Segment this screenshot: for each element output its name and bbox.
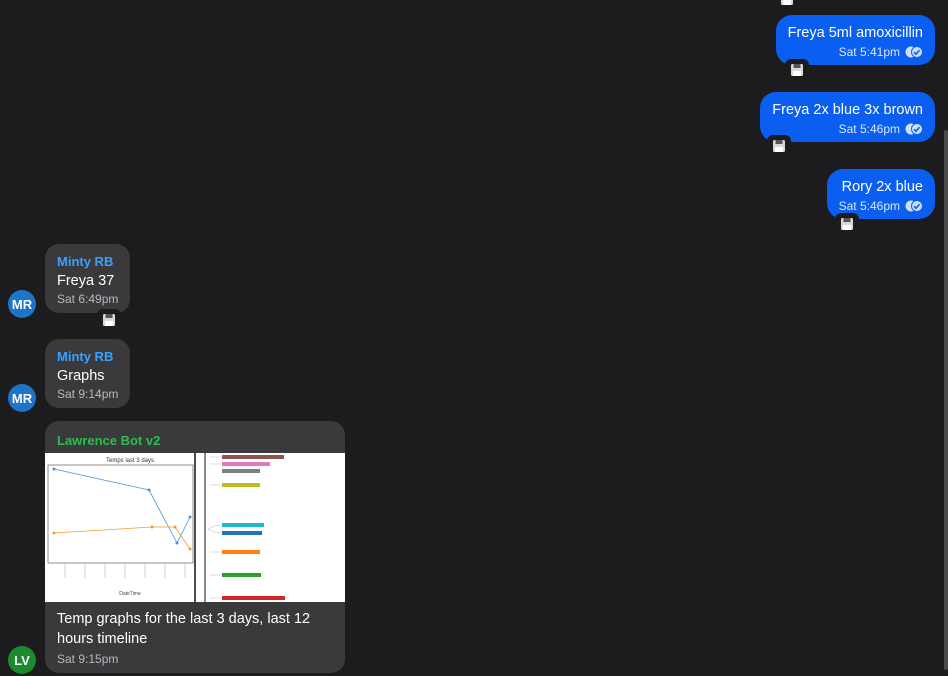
save-icon[interactable] bbox=[835, 213, 859, 235]
message-time: Sat 9:15pm bbox=[57, 652, 119, 666]
message-time: Sat 5:46pm bbox=[838, 122, 900, 136]
scrollbar[interactable] bbox=[944, 0, 948, 676]
message-text: Graphs bbox=[57, 368, 105, 384]
save-icon[interactable] bbox=[785, 59, 809, 81]
read-ticks-icon bbox=[905, 46, 923, 58]
incoming-message[interactable]: Lawrence Bot v2 Temps last 3 days DateTi… bbox=[45, 421, 345, 673]
sender-name: Lawrence Bot v2 bbox=[57, 433, 161, 448]
image-title: Temps last 3 days bbox=[106, 458, 154, 464]
save-icon[interactable] bbox=[767, 135, 791, 157]
message-time: Sat 5:41pm bbox=[838, 45, 900, 59]
graph-image[interactable]: Temps last 3 days DateTime bbox=[45, 453, 345, 602]
message-text: Freya 37 bbox=[57, 273, 115, 289]
outgoing-message[interactable]: Freya 5ml amoxicillin Sat 5:41pm bbox=[775, 15, 935, 65]
message-time: Sat 5:46pm bbox=[838, 199, 900, 213]
incoming-message[interactable]: Minty RB Freya 37 Sat 6:49pm bbox=[45, 244, 131, 313]
avatar[interactable]: LV bbox=[8, 646, 36, 674]
message-time: Sat 6:49pm bbox=[57, 292, 119, 306]
message-text: Temp graphs for the last 3 days, last 12… bbox=[57, 611, 311, 647]
save-icon[interactable] bbox=[97, 309, 121, 331]
incoming-message[interactable]: Minty RB Graphs Sat 9:14pm bbox=[45, 339, 131, 408]
message-text: Freya 2x blue 3x brown bbox=[772, 102, 923, 118]
image-xlabel: DateTime bbox=[119, 591, 141, 597]
scrollbar-thumb[interactable] bbox=[944, 130, 948, 670]
avatar[interactable]: MR bbox=[8, 384, 36, 412]
message-time: Sat 9:14pm bbox=[57, 387, 119, 401]
message-text: Freya 5ml amoxicillin bbox=[787, 25, 923, 41]
save-icon[interactable] bbox=[775, 0, 799, 10]
outgoing-message[interactable]: Rory 2x blue Sat 5:46pm bbox=[826, 169, 935, 219]
read-ticks-icon bbox=[905, 200, 923, 212]
sender-name: Minty RB bbox=[57, 349, 114, 364]
message-text: Rory 2x blue bbox=[841, 179, 923, 195]
read-ticks-icon bbox=[905, 123, 923, 135]
avatar[interactable]: MR bbox=[8, 290, 36, 318]
sender-name: Minty RB bbox=[57, 254, 114, 269]
